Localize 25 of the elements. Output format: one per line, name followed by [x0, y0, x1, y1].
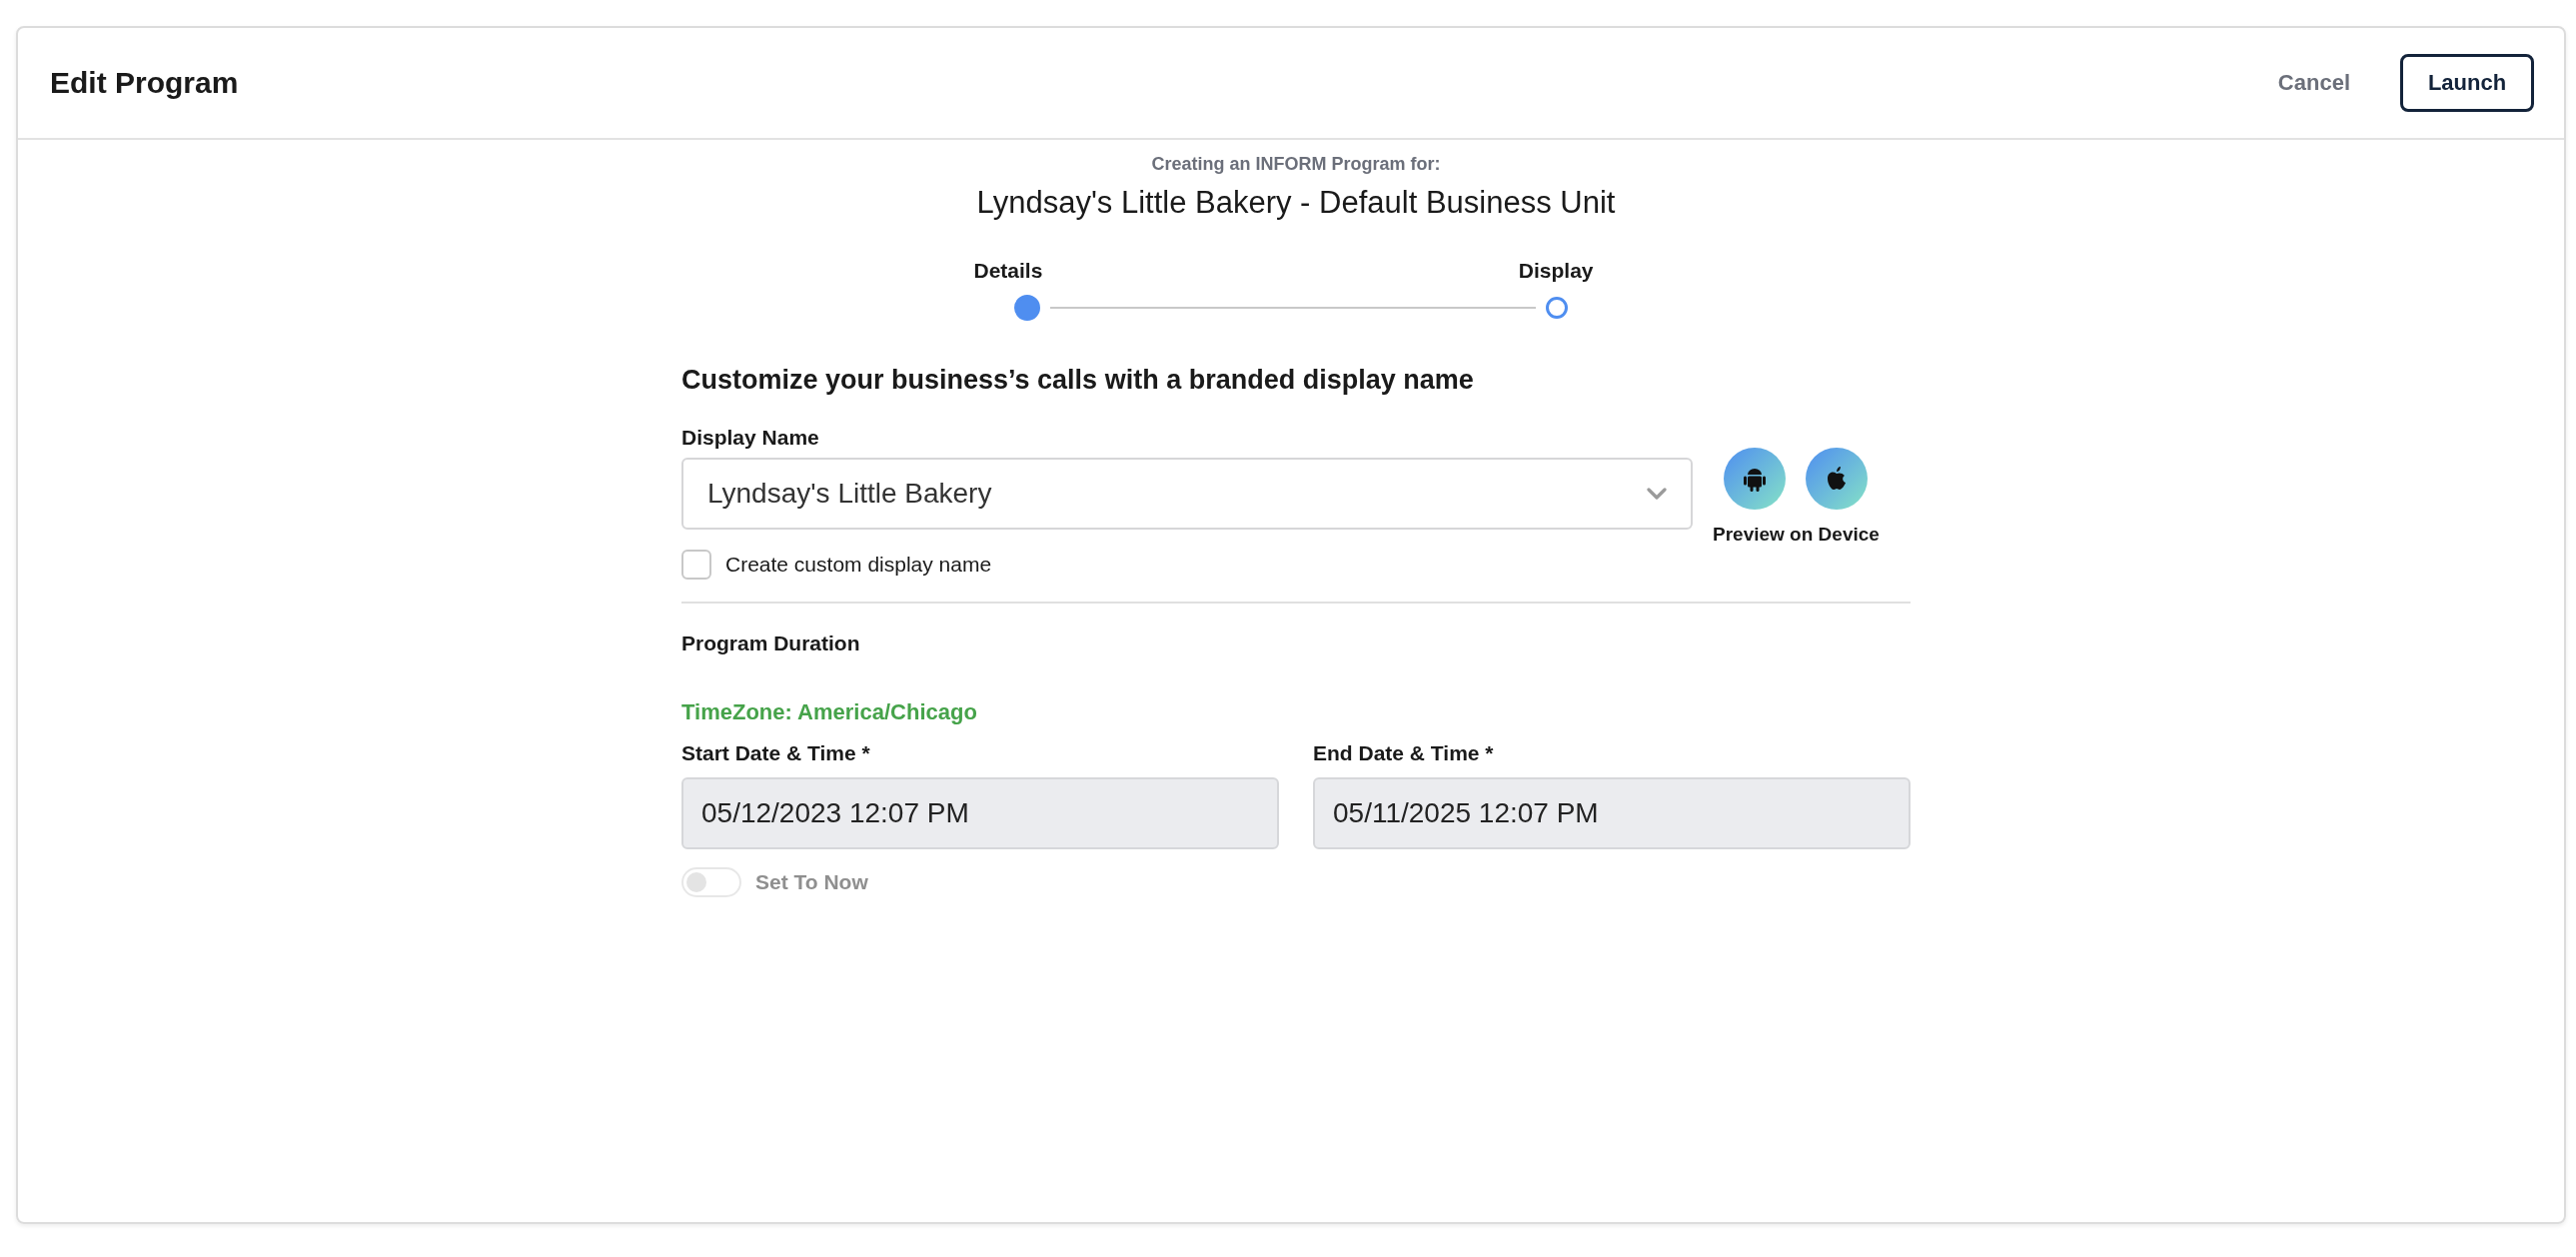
step-label: Display — [1518, 259, 1594, 283]
end-date-field[interactable]: 05/11/2025 12:07 PM — [1313, 777, 1911, 849]
step-dot[interactable] — [1013, 295, 1040, 321]
field-label: Display Name — [681, 426, 820, 450]
step-label: Details — [973, 259, 1043, 283]
section-label: Program Duration — [681, 631, 861, 655]
step-dot[interactable] — [1545, 297, 1568, 319]
apple-icon[interactable] — [1806, 448, 1869, 510]
preview-label: Preview on Device — [1713, 524, 1880, 546]
page-title: Edit Program — [50, 66, 239, 100]
start-date-field[interactable]: 05/12/2023 12:07 PM — [681, 777, 1279, 849]
display-name-select[interactable]: Lyndsay's Little Bakery — [681, 458, 1693, 530]
business-name: Lyndsay's Little Bakery - Default Business Unit — [975, 185, 1617, 221]
checkbox-label: Create custom display name — [725, 553, 992, 577]
field-label: End Date & Time * — [1313, 741, 1495, 765]
section-heading: Customize your business’s calls with a branded display name — [681, 365, 1475, 396]
timezone-label: TimeZone: America/Chicago — [681, 699, 978, 725]
subtitle: Creating an INFORM Program for: — [1150, 154, 1442, 175]
checkbox[interactable] — [681, 550, 711, 580]
launch-button[interactable]: Launch — [2400, 54, 2534, 112]
cancel-button[interactable]: Cancel — [2271, 69, 2356, 97]
toggle-label: Set To Now — [755, 870, 868, 894]
chevron-down-icon — [1647, 488, 1667, 500]
field-label: Start Date & Time * — [681, 741, 871, 765]
android-icon[interactable] — [1724, 448, 1787, 510]
